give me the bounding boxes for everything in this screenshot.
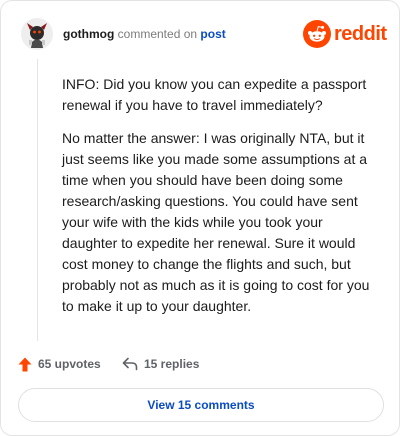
thread-line	[37, 59, 38, 341]
replies-button[interactable]: 15 replies	[122, 355, 199, 373]
reply-count: 15 replies	[144, 357, 200, 371]
reddit-wordmark: reddit	[334, 23, 387, 45]
comment-meta: gothmog commented on post	[63, 27, 226, 41]
arrow-up-icon	[18, 357, 32, 371]
comment-header: gothmog commented on post reddit	[21, 18, 387, 52]
comment-paragraph: INFO: Did you know you can expedite a pa…	[62, 76, 367, 113]
username[interactable]: gothmog	[63, 27, 114, 41]
upvote-count: 65 upvotes	[38, 357, 101, 371]
avatar-image	[21, 18, 53, 50]
comment-paragraph: No matter the answer: I was originally N…	[62, 130, 370, 314]
comment-card: gothmog commented on post reddit INFO: D…	[0, 0, 400, 436]
reply-arrow-icon	[122, 357, 138, 371]
comment-body: INFO: Did you know you can expedite a pa…	[62, 74, 380, 329]
view-comments-button[interactable]: View 15 comments	[18, 388, 384, 422]
reddit-logo[interactable]: reddit	[303, 20, 387, 48]
action-verb: commented on	[117, 27, 198, 41]
reddit-snoo-icon	[303, 20, 331, 48]
upvote-button[interactable]: 65 upvotes	[18, 355, 101, 373]
avatar[interactable]	[21, 18, 53, 50]
post-link[interactable]: post	[200, 27, 225, 41]
comment-actions: 65 upvotes 15 replies	[18, 355, 318, 373]
